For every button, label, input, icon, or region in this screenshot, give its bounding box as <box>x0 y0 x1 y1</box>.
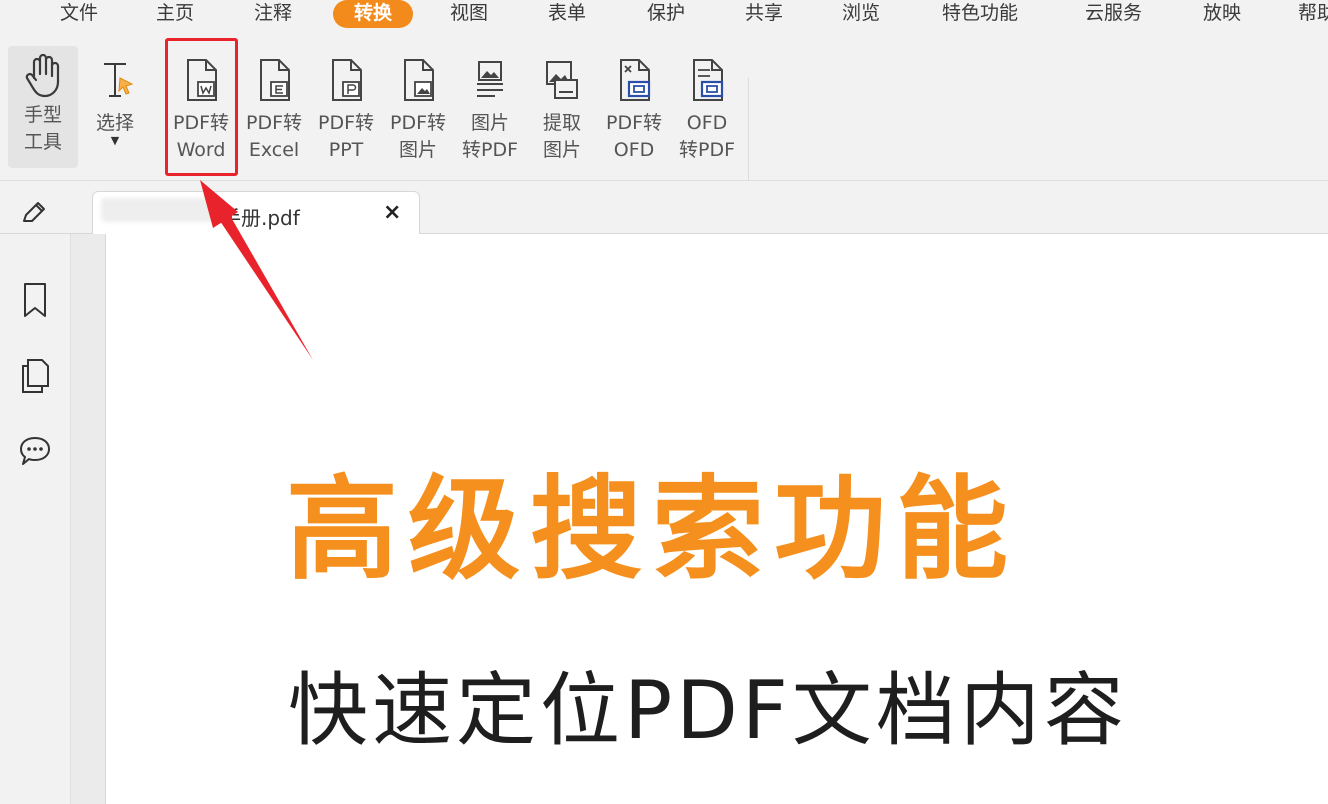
left-sidebar <box>0 234 71 804</box>
menu-view[interactable]: 视图 <box>450 0 488 30</box>
text-select-icon <box>104 63 134 97</box>
image-to-pdf-icon <box>477 61 503 97</box>
image-doc-icon <box>404 59 434 101</box>
hand-tool-label: 手型 工具 <box>23 104 62 153</box>
pdf-to-image-label: PDF转 图片 <box>389 112 447 161</box>
pdf-page: 高级搜索功能 快速定位PDF文档内容 <box>105 234 1328 804</box>
image-to-pdf-label: 图片 转PDF <box>461 112 519 161</box>
pdf-to-excel-button[interactable]: PDF转 Excel <box>241 46 307 186</box>
pdf-to-ppt-label: PDF转 PPT <box>317 112 375 161</box>
menu-help[interactable]: 帮助 <box>1298 0 1328 30</box>
document-tab[interactable]: 手册.pdf × <box>92 191 420 234</box>
highlight-box <box>165 38 238 176</box>
ppt-doc-icon <box>332 59 362 101</box>
document-subtitle: 快速定位PDF文档内容 <box>288 664 1128 757</box>
extract-image-icon <box>546 61 578 99</box>
ofd-to-pdf-button[interactable]: OFD 转PDF <box>674 46 740 186</box>
pdf-to-ppt-button[interactable]: PDF转 PPT <box>313 46 379 186</box>
ribbon-separator <box>748 78 749 198</box>
document-viewport[interactable]: 高级搜索功能 快速定位PDF文档内容 <box>71 234 1328 804</box>
pdf-to-image-button[interactable]: PDF转 图片 <box>385 46 451 186</box>
menu-convert[interactable]: 转换 <box>333 0 413 28</box>
tab-close-icon[interactable]: × <box>383 202 401 224</box>
menu-home[interactable]: 主页 <box>156 0 194 30</box>
menu-bar: 文件 主页 注释 转换 视图 表单 保护 共享 浏览 特色功能 云服务 放映 帮… <box>0 0 1328 30</box>
extract-image-button[interactable]: 提取 图片 <box>529 46 595 186</box>
select-tool-label: 选择 <box>95 112 134 134</box>
bookmark-icon[interactable] <box>18 280 52 320</box>
menu-file[interactable]: 文件 <box>60 0 98 30</box>
hand-tool-button[interactable]: 手型 工具 <box>8 46 78 168</box>
tab-blurred-area <box>101 198 221 222</box>
edit-pencil-icon[interactable] <box>18 199 48 229</box>
menu-browse[interactable]: 浏览 <box>842 0 880 30</box>
menu-slideshow[interactable]: 放映 <box>1203 0 1241 30</box>
image-to-pdf-button[interactable]: 图片 转PDF <box>457 46 523 186</box>
pages-icon[interactable] <box>18 356 52 396</box>
pdf-to-ofd-button[interactable]: PDF转 OFD <box>601 46 667 186</box>
menu-features[interactable]: 特色功能 <box>942 0 1018 30</box>
menu-cloud[interactable]: 云服务 <box>1085 0 1142 30</box>
excel-doc-icon <box>260 59 290 101</box>
pdf-to-excel-label: PDF转 Excel <box>245 112 303 161</box>
ofd-to-pdf-icon <box>693 59 724 101</box>
tab-title: 手册.pdf <box>221 206 300 230</box>
ofd-to-pdf-label: OFD 转PDF <box>678 112 736 161</box>
select-dropdown-icon[interactable]: ▼ <box>82 135 148 146</box>
document-title: 高级搜索功能 <box>286 465 1018 595</box>
select-tool-button[interactable]: 选择 ▼ <box>82 46 148 186</box>
hand-icon <box>25 53 60 98</box>
ofd-doc-icon <box>620 59 651 101</box>
tab-bar: 手册.pdf × <box>0 181 1328 234</box>
menu-share[interactable]: 共享 <box>745 0 783 30</box>
menu-form[interactable]: 表单 <box>548 0 586 30</box>
pdf-to-ofd-label: PDF转 OFD <box>605 112 663 161</box>
menu-annotate[interactable]: 注释 <box>254 0 292 30</box>
extract-image-label: 提取 图片 <box>542 112 581 161</box>
comments-icon[interactable] <box>18 432 52 472</box>
menu-protect[interactable]: 保护 <box>647 0 685 30</box>
